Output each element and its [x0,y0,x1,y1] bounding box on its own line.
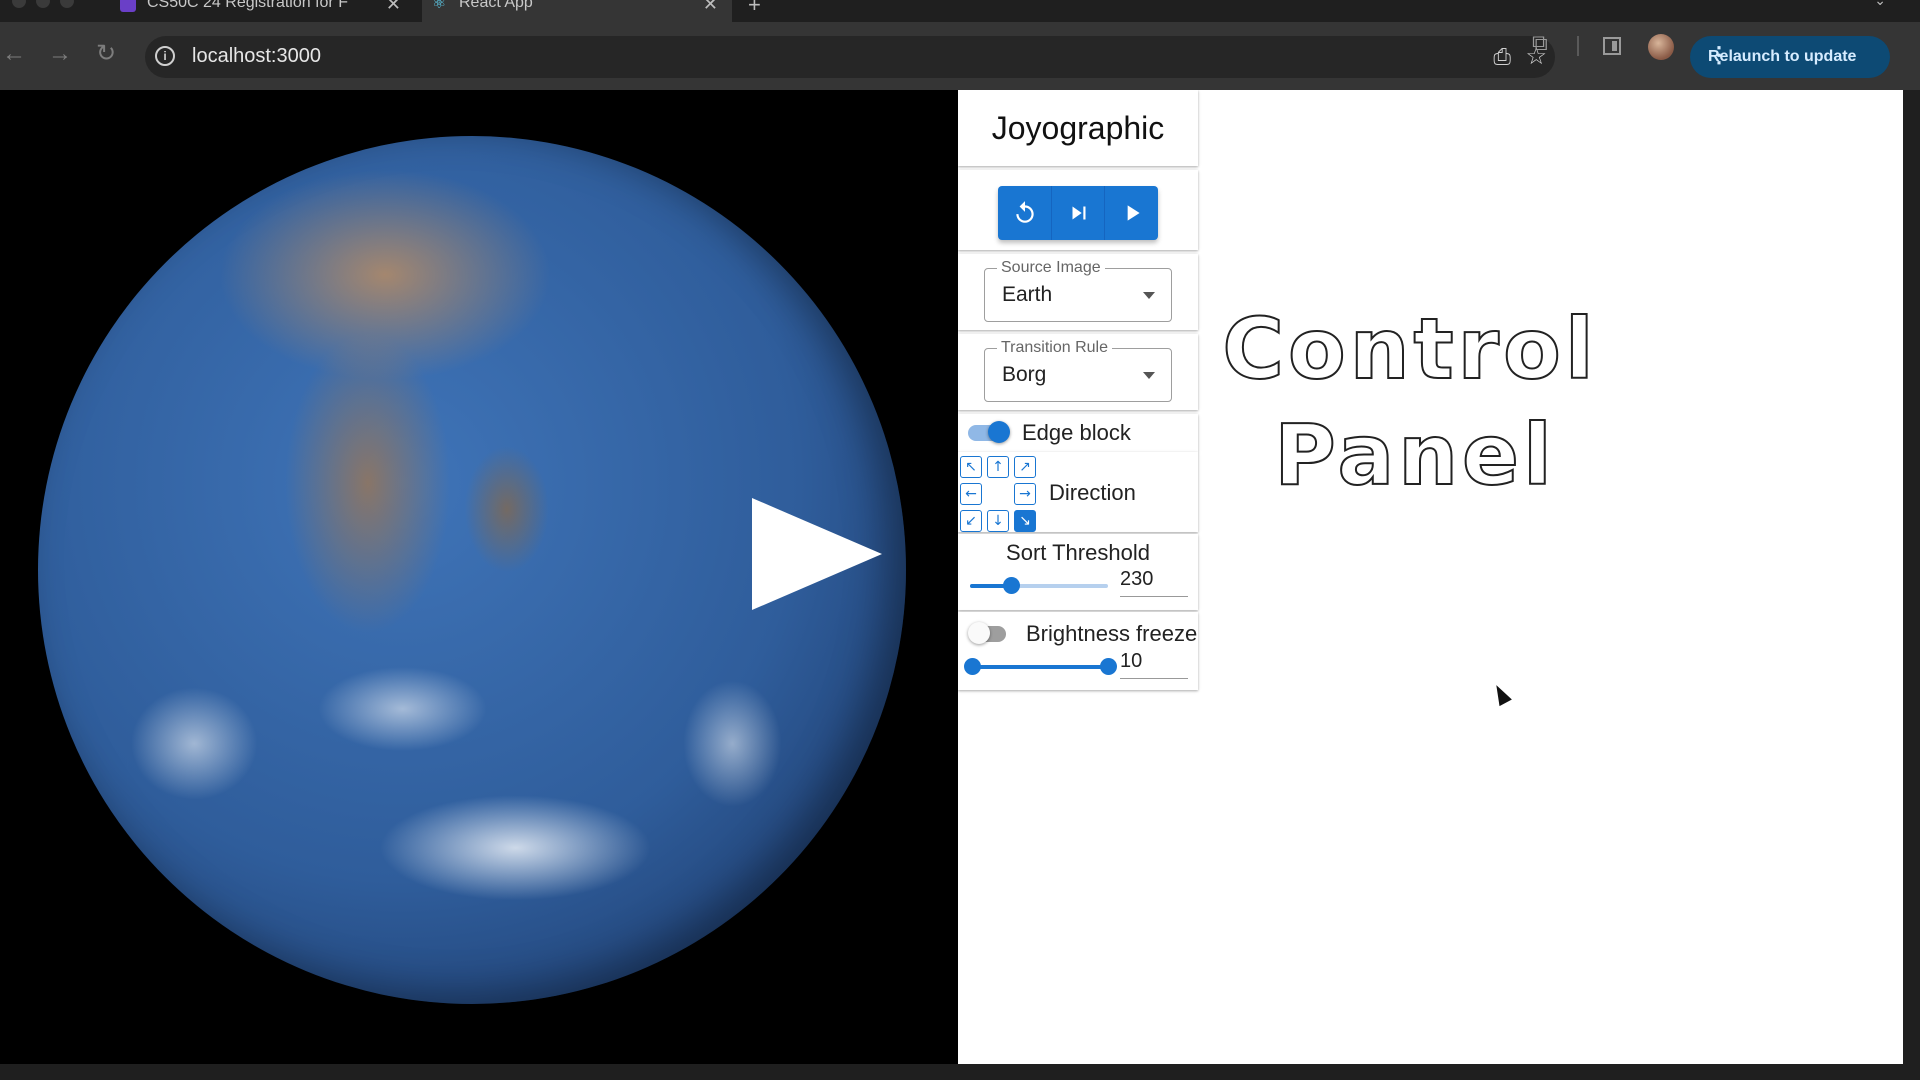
forms-icon [120,0,136,12]
reset-icon [1015,201,1034,223]
dropdown-arrow-icon [1143,372,1155,379]
play-icon [1127,205,1140,221]
reload-icon[interactable]: ↻ [96,42,116,66]
direction-label: Direction [1049,480,1136,505]
transition-rule-label: Transition Rule [997,339,1113,357]
tab-registration[interactable]: CS50C 24 Registration for F ✕ [110,0,415,22]
forward-icon[interactable]: → [48,42,72,66]
tab-title: CS50C 24 Registration for F [147,0,348,11]
site-info-icon[interactable]: i [155,46,175,66]
direction-up-right-button[interactable]: ↗ [1014,456,1036,478]
reset-button[interactable] [998,186,1051,240]
bottom-bar [0,1064,1920,1080]
source-image-select[interactable]: Source Image Earth [984,259,1172,322]
sort-threshold-card: Sort Threshold 230 [958,534,1198,610]
direction-left-button[interactable]: ← [960,483,982,505]
toggle-knob [968,622,990,644]
tab-react-app[interactable]: ⚛ React App ✕ [422,0,732,22]
browser-toolbar: ← → ↻ i localhost:3000 ⎙ ☆ [0,22,1920,90]
profile-avatar[interactable] [1648,34,1674,60]
image-canvas[interactable] [0,90,958,1064]
toolbar-divider [1577,36,1579,56]
direction-down-left-button[interactable]: ↙ [960,510,982,532]
transition-rule-card: Transition Rule Borg [958,334,1198,410]
direction-down-right-button[interactable]: ↘ [1014,510,1036,532]
relaunch-button[interactable]: Relaunch to update ⋮ [1690,36,1890,78]
play-overlay-icon[interactable] [752,498,882,610]
extensions-icon[interactable]: ⧉ [1532,30,1548,56]
address-bar[interactable]: i localhost:3000 ⎙ ☆ [145,36,1555,78]
transition-rule-value: Borg [1002,363,1047,386]
source-image-label: Source Image [997,259,1105,277]
minimize-window-control[interactable] [36,0,50,8]
direction-down-button[interactable]: ↓ [987,510,1009,532]
slider-track [972,665,1108,669]
overlay-text-line2: Panel [1273,405,1556,505]
toggle-knob [988,421,1010,443]
page-content: Joyographic Source Image Earth Transitio… [0,90,1903,1064]
source-image-card: Source Image Earth [958,254,1198,330]
new-tab-icon[interactable]: + [748,0,761,18]
slider-thumb-min[interactable] [964,658,981,675]
chevron-down-icon[interactable]: ⌄ [1874,0,1886,9]
dropdown-arrow-icon [1143,292,1155,299]
side-panel-icon[interactable] [1603,37,1621,55]
edge-block-label: Edge block [1022,420,1131,445]
brightness-range-slider[interactable] [964,658,1117,675]
tab-title: React App [459,0,533,11]
direction-up-button[interactable]: ↑ [987,456,1009,478]
sort-threshold-value: 230 [1120,568,1154,590]
brightness-freeze-toggle[interactable] [968,622,1006,644]
brightness-freeze-label: Brightness freeze [1026,621,1198,646]
source-image-value: Earth [1002,283,1053,306]
sort-threshold-slider[interactable] [970,577,1108,594]
brightness-freeze-input[interactable]: 10 [1120,650,1188,679]
back-icon[interactable]: ← [2,42,26,66]
direction-center [987,483,1009,505]
overlay-text-line1: Control [1221,299,1598,399]
playback-button-group [998,186,1158,240]
direction-up-left-button[interactable]: ↖ [960,456,982,478]
play-button[interactable] [1104,186,1158,240]
close-window-control[interactable] [12,0,26,8]
playback-card [958,170,1198,250]
step-button[interactable] [1051,186,1105,240]
slider-thumb-max[interactable] [1100,658,1117,675]
close-icon[interactable]: ✕ [703,0,718,15]
url-text[interactable]: localhost:3000 [192,45,321,68]
skip-next-icon [1072,206,1085,220]
react-icon: ⚛ [432,0,447,12]
edge-block-card: Edge block [958,414,1198,452]
tab-strip: CS50C 24 Registration for F ✕ ⚛ React Ap… [0,0,1920,22]
brightness-freeze-value: 10 [1120,650,1143,672]
sort-threshold-input[interactable]: 230 [1120,568,1188,597]
install-app-icon[interactable]: ⎙ [1493,44,1511,70]
maximize-window-control[interactable] [60,0,74,8]
more-options-icon[interactable]: ⋮ [1708,44,1876,66]
app-title: Joyographic [991,110,1165,146]
sort-threshold-label: Sort Threshold [1006,540,1150,565]
slider-thumb[interactable] [1003,577,1021,594]
direction-grid: ↖ ↑ ↗ ← → ↙ ↓ ↘ [960,456,1040,536]
direction-right-button[interactable]: → [1014,483,1036,505]
title-card: Joyographic [958,90,1198,166]
close-icon[interactable]: ✕ [386,0,401,15]
brightness-freeze-card: Brightness freeze 10 [958,612,1198,690]
transition-rule-select[interactable]: Transition Rule Borg [984,339,1172,402]
edge-block-toggle[interactable] [968,421,1010,443]
direction-card: ↖ ↑ ↗ ← → ↙ ↓ ↘ Direction [958,452,1198,532]
